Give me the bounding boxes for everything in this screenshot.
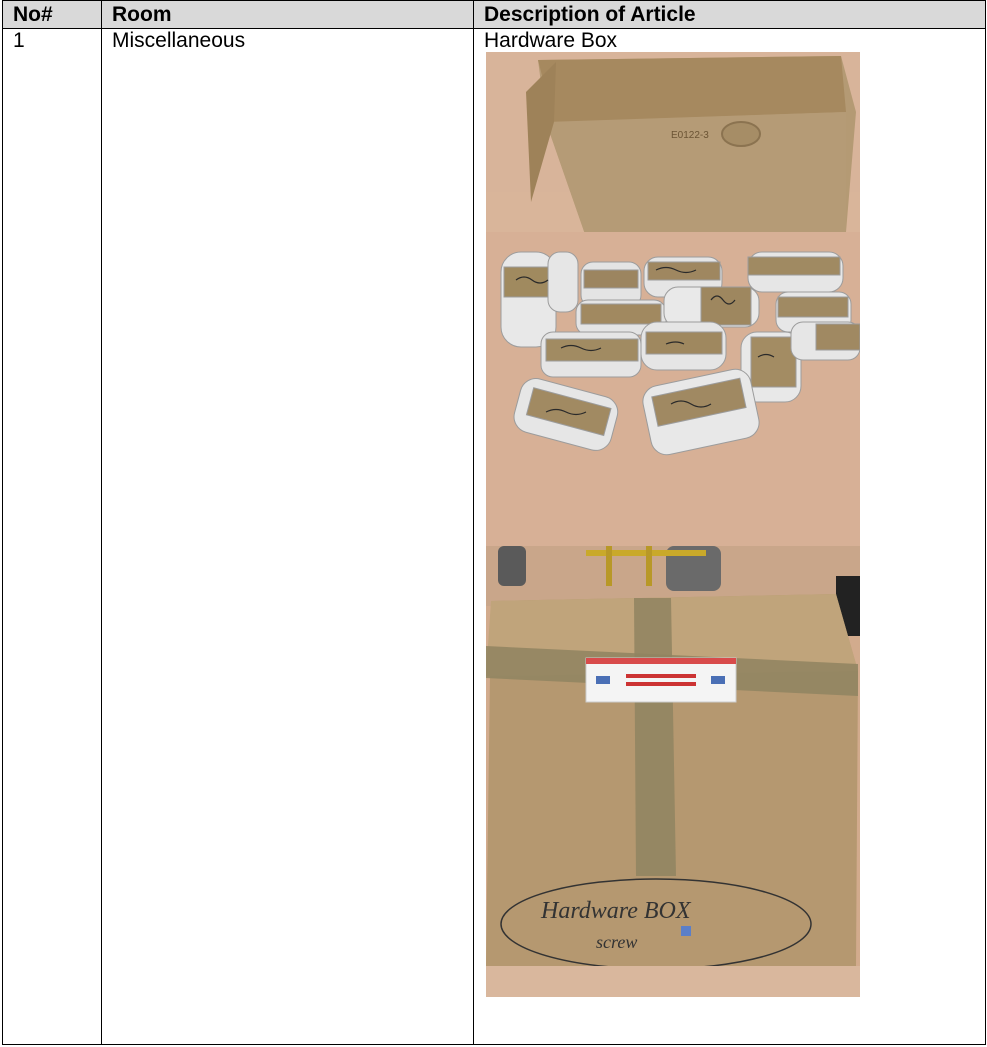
row-description: Hardware Box E0122-3 Hardware BOX screw — [473, 28, 986, 1045]
inventory-table: No# Room Description of Article 1 Miscel… — [2, 0, 986, 1045]
sealed-hardware-box-photo: Hardware BOX screw — [486, 546, 860, 997]
box-marker-label: E0122-3 — [671, 130, 709, 141]
box-handwritten-label: Hardware BOX — [540, 898, 692, 924]
inventory-document: No# Room Description of Article 1 Miscel… — [0, 0, 987, 1047]
table-row: 1 Miscellaneous Hardware Box E0122-3 Har… — [2, 28, 986, 1045]
row-number-text: 1 — [13, 29, 25, 52]
box-handwritten-sub: screw — [596, 932, 637, 952]
row-number: 1 — [2, 28, 102, 1045]
header-room: Room — [101, 0, 474, 29]
header-description: Description of Article — [473, 0, 986, 29]
header-no: No# — [2, 0, 102, 29]
table-header-row: No# Room Description of Article — [2, 0, 986, 29]
row-room-text: Miscellaneous — [112, 29, 246, 52]
row-room: Miscellaneous — [101, 28, 474, 1045]
description-text: Hardware Box — [484, 29, 618, 52]
wrapped-hardware-packages-photo: E0122-3 — [486, 52, 860, 546]
